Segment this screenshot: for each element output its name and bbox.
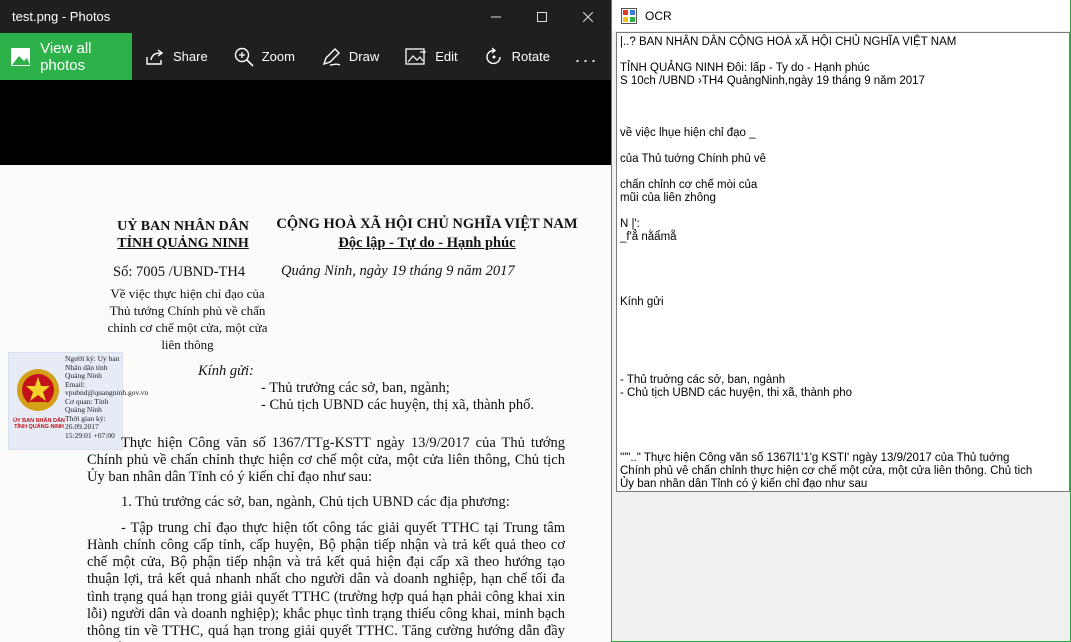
edit-button[interactable]: Edit [392, 33, 470, 80]
app-icon [621, 7, 637, 24]
rotate-icon [485, 46, 501, 64]
more-options-button[interactable]: ... [563, 46, 611, 67]
close-icon [583, 11, 593, 22]
minimize-icon [491, 16, 501, 17]
document-number: Số: 7005 /UBND-TH4 [113, 264, 246, 280]
document-image[interactable]: UỶ BAN NHÂN DÂN TỈNH QUẢNG NINH CỘNG HOÀ… [0, 165, 611, 642]
document-subject: Về việc thực hiện chỉ đạo của Thủ tướng … [107, 286, 268, 352]
recipient-2: - Chủ tịch UBND các huyện, thị xã, thành… [261, 397, 535, 413]
document-body: Thực hiện Công văn số 1367/TTg-KSTT ngày… [87, 435, 565, 642]
ocr-window-title: OCR [645, 8, 672, 23]
rotate-label: Rotate [511, 49, 550, 64]
image-canvas-background [0, 80, 611, 165]
edit-icon [405, 47, 427, 65]
share-label: Share [172, 49, 208, 64]
authority-line-2: TỈNH QUẢNG NINH [117, 236, 249, 251]
body-paragraph-3: - Tập trung chỉ đạo thực hiện tốt công t… [87, 519, 565, 642]
photos-toolbar: View all photos Share Zoom Draw Edit Rot… [0, 33, 611, 80]
national-emblem-icon [17, 369, 59, 411]
close-button[interactable] [565, 0, 611, 33]
edit-label: Edit [435, 49, 458, 64]
window-title: test.png - Photos [12, 9, 111, 24]
maximize-button[interactable] [519, 0, 565, 33]
photos-window: test.png - Photos View all photos Share … [0, 0, 611, 642]
draw-icon [322, 47, 341, 66]
document-date: Quảng Ninh, ngày 19 tháng 9 năm 2017 [281, 263, 515, 279]
zoom-icon [234, 47, 254, 67]
signature-caption: ỦY BAN NHÂN DÂN TỈNH QUẢNG NINH [13, 418, 65, 430]
minimize-button[interactable] [473, 0, 519, 33]
ocr-result-textbox[interactable]: |..? BAN NHÂN DÂN CỘNG HOÀ xÃ HỘI CHỦ NG… [616, 32, 1070, 492]
body-paragraph-1: Thực hiện Công văn số 1367/TTg-KSTT ngày… [87, 435, 565, 486]
body-paragraph-2: 1. Thủ trưởng các sở, ban, ngành, Chủ tị… [121, 493, 510, 510]
ocr-window: OCR |..? BAN NHÂN DÂN CỘNG HOÀ xÃ HỘI CH… [611, 0, 1071, 642]
draw-label: Draw [348, 49, 380, 64]
rotate-button[interactable]: Rotate [471, 33, 563, 80]
nation-line-1: CỘNG HOÀ XÃ HỘI CHỦ NGHĨA VIỆT NAM [276, 216, 578, 232]
national-motto: CỘNG HOÀ XÃ HỘI CHỦ NGHĨA VIỆT NAM Độc l… [272, 215, 582, 253]
view-all-photos-button[interactable]: View all photos [0, 33, 132, 80]
signature-info: Người ký: Uy ban Nhân dân tỉnh Quảng Nin… [65, 354, 149, 440]
view-all-label: View all photos [40, 39, 92, 74]
recipient-1: - Thủ trưởng các sở, ban, ngành; [261, 380, 450, 396]
greeting: Kính gửi: [198, 363, 254, 379]
window-controls [473, 0, 611, 33]
gallery-icon [11, 47, 31, 66]
photos-titlebar[interactable]: test.png - Photos [0, 0, 611, 33]
zoom-button[interactable]: Zoom [221, 33, 308, 80]
share-icon [146, 48, 164, 65]
authority-line-1: UỶ BAN NHÂN DÂN [117, 219, 249, 234]
ocr-titlebar[interactable]: OCR [612, 0, 1070, 31]
issuing-authority: UỶ BAN NHÂN DÂN TỈNH QUẢNG NINH [108, 218, 258, 252]
maximize-icon [537, 11, 547, 22]
draw-button[interactable]: Draw [308, 33, 392, 80]
nation-line-2: Độc lập - Tự do - Hạnh phúc [338, 235, 516, 251]
share-button[interactable]: Share [132, 33, 221, 80]
zoom-label: Zoom [261, 49, 295, 64]
